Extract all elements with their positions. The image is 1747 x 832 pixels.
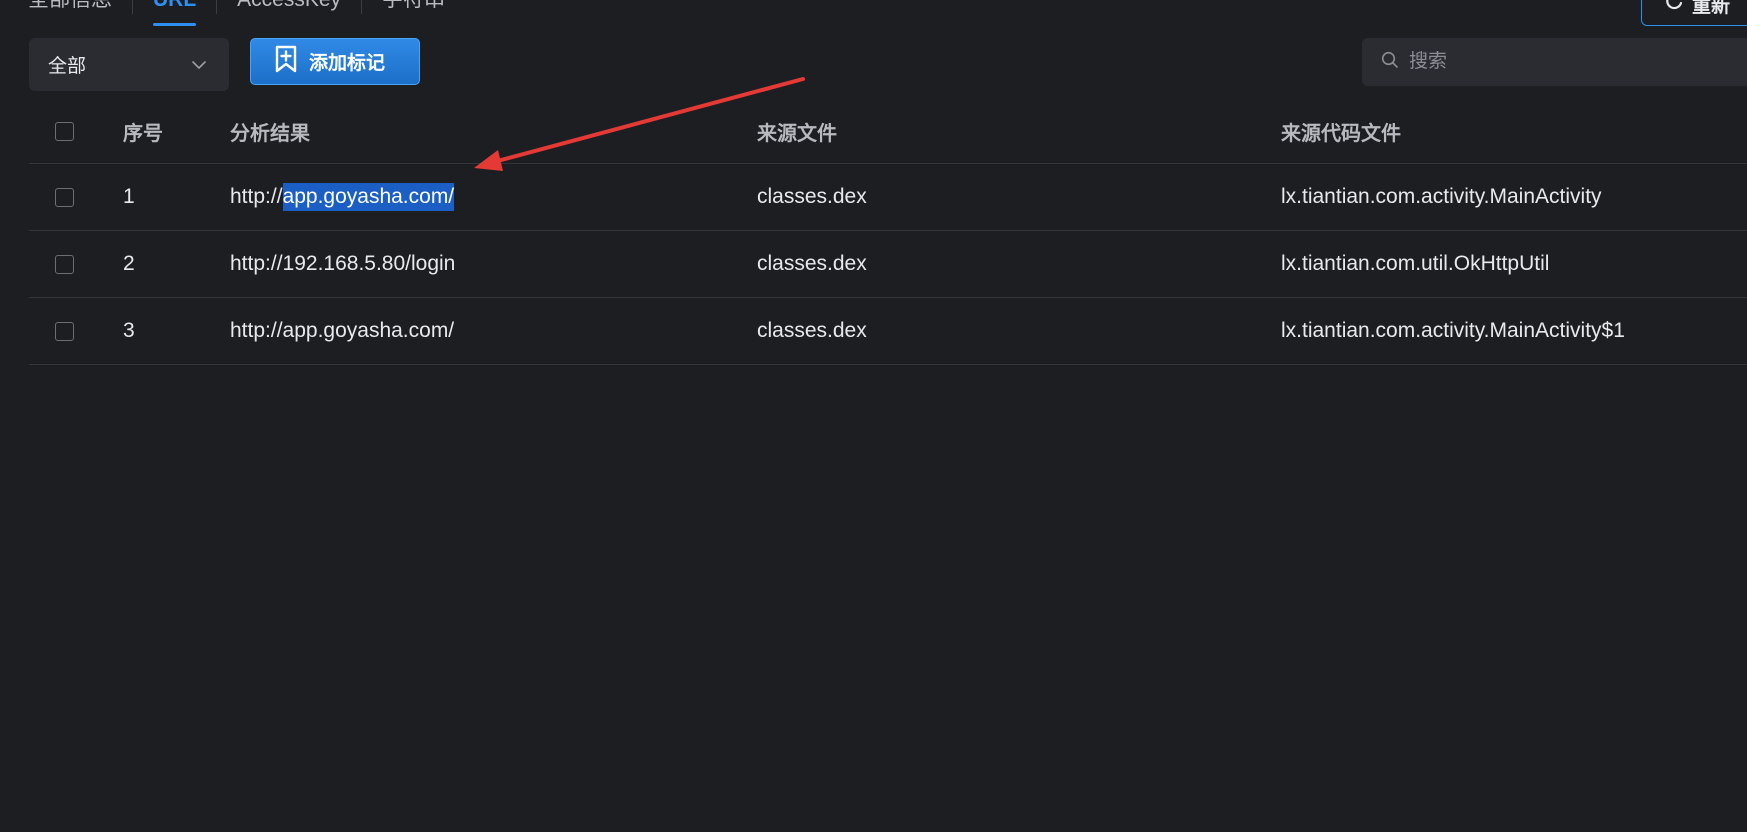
row-index: 2 (123, 252, 135, 275)
tab-strings[interactable]: 字符串 (362, 0, 465, 22)
refresh-button[interactable]: 重新 (1641, 0, 1747, 26)
add-mark-button[interactable]: 添加标记 (250, 38, 420, 85)
search-input[interactable] (1407, 50, 1731, 74)
table-row[interactable]: 3 http://app.goyasha.com/ classes.dex lx… (29, 298, 1747, 365)
chevron-down-icon (191, 54, 207, 76)
row-result-prefix: http:// (230, 185, 283, 208)
tab-accesskey[interactable]: AccessKey (217, 0, 361, 22)
filter-value: 全部 (48, 56, 87, 77)
tab-all-info[interactable]: 全部信息 (0, 0, 132, 22)
column-header-source-file[interactable]: 来源文件 (757, 100, 837, 163)
row-source-file: classes.dex (757, 319, 867, 342)
add-mark-label: 添加标记 (309, 53, 386, 74)
row-result[interactable]: http://app.goyasha.com/ (230, 164, 455, 230)
table-row[interactable]: 1 http://app.goyasha.com/ classes.dex lx… (29, 164, 1747, 231)
row-checkbox-cell (55, 164, 74, 230)
results-table: 序号 分析结果 来源文件 来源代码文件 1 http://app.goyasha… (29, 100, 1747, 365)
selected-text[interactable]: app.goyasha.com/ (282, 183, 455, 211)
column-header-result[interactable]: 分析结果 (230, 100, 310, 163)
table-header: 序号 分析结果 来源文件 来源代码文件 (29, 100, 1747, 164)
row-checkbox-cell (55, 298, 74, 364)
row-checkbox-cell (55, 231, 74, 297)
table-row[interactable]: 2 http://192.168.5.80/login classes.dex … (29, 231, 1747, 298)
bookmark-plus-icon (274, 45, 298, 79)
row-result[interactable]: http://app.goyasha.com/ (230, 298, 454, 364)
select-all-checkbox[interactable] (55, 122, 74, 141)
row-result[interactable]: http://192.168.5.80/login (230, 231, 455, 297)
row-index: 3 (123, 319, 135, 342)
tab-bar: 全部信息 URL AccessKey 字符串 (0, 0, 465, 26)
search-box[interactable] (1362, 38, 1747, 86)
column-header-source-code-file[interactable]: 来源代码文件 (1281, 100, 1401, 163)
row-source-code-file: lx.tiantian.com.activity.MainActivity (1281, 185, 1602, 208)
search-icon (1381, 51, 1399, 74)
refresh-label: 重新 (1692, 0, 1731, 17)
row-checkbox[interactable] (55, 187, 74, 207)
row-checkbox[interactable] (55, 321, 74, 341)
row-source-file: classes.dex (757, 252, 867, 275)
refresh-icon (1664, 0, 1684, 17)
row-source-code-file: lx.tiantian.com.activity.MainActivity$1 (1281, 319, 1625, 342)
row-source-file: classes.dex (757, 185, 867, 208)
app-window: 全部信息 URL AccessKey 字符串 重新 全部 (0, 0, 1747, 832)
filter-select[interactable]: 全部 (29, 38, 229, 91)
row-source-code-file: lx.tiantian.com.util.OkHttpUtil (1281, 252, 1550, 275)
row-checkbox[interactable] (55, 254, 74, 274)
row-index: 1 (123, 185, 135, 208)
header-checkbox-cell (55, 100, 74, 163)
column-header-index[interactable]: 序号 (123, 100, 163, 163)
tab-url[interactable]: URL (133, 0, 216, 26)
